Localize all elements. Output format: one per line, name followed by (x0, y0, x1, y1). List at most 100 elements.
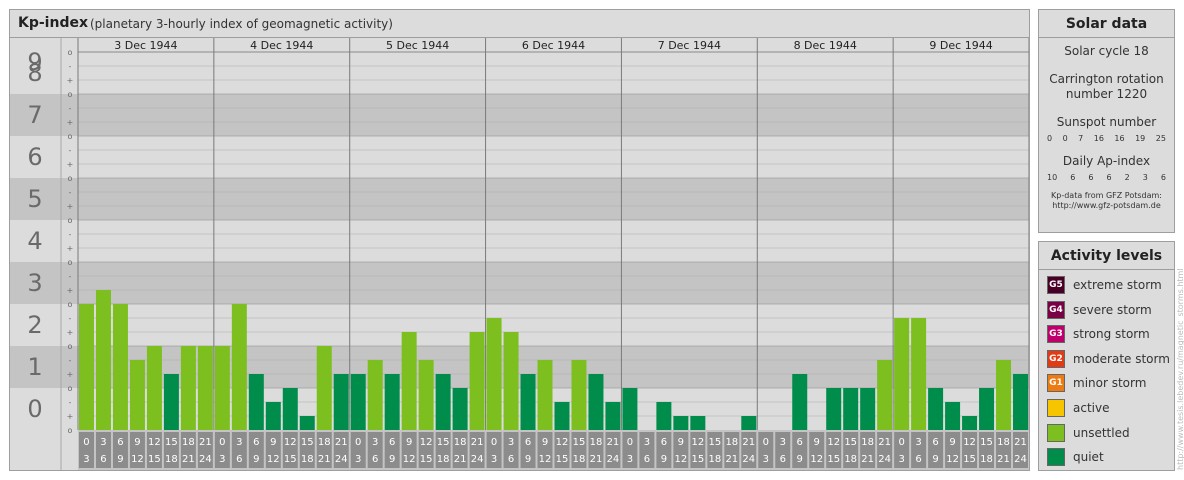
hour-end-label: 21 (590, 454, 603, 465)
kp-bar (384, 374, 400, 430)
sunspot-value: 0 (1047, 134, 1053, 143)
y-minor-tick-label: - (69, 188, 72, 197)
date-label: 7 Dec 1944 (658, 39, 721, 52)
kp-bar (622, 388, 638, 430)
hour-end-label: 12 (539, 454, 552, 465)
hour-start-label: 6 (117, 437, 123, 448)
kp-bar (894, 317, 910, 430)
hour-end-label: 9 (117, 454, 123, 465)
kp-bar (503, 332, 519, 430)
activity-level-item: unsettled (1047, 423, 1130, 443)
hour-end-label: 3 (627, 454, 633, 465)
kp-bar (911, 317, 927, 430)
hour-start-label: 12 (556, 437, 569, 448)
kp-bar (690, 416, 706, 430)
hour-start-label: 9 (678, 437, 684, 448)
kp-bar (350, 374, 366, 430)
y-minor-tick-label: + (67, 286, 74, 295)
kp-bar (197, 346, 213, 430)
kp-bar (214, 346, 230, 430)
sunspot-values: 0 0 7 16 16 19 25 (1039, 134, 1174, 143)
activity-level-item: G2 moderate storm (1047, 349, 1170, 369)
activity-level-swatch (1047, 448, 1065, 467)
activity-level-label: minor storm (1073, 376, 1147, 391)
hour-start-label: 18 (861, 437, 874, 448)
activity-level-label: strong storm (1073, 327, 1150, 342)
kp-bar (605, 401, 621, 430)
activity-level-item: G1 minor storm (1047, 373, 1146, 393)
hour-start-label: 9 (406, 437, 412, 448)
y-minor-tick-label: + (67, 202, 74, 211)
hour-start-label: 6 (525, 437, 531, 448)
hour-start-label: 6 (797, 437, 803, 448)
kp-bar (95, 290, 111, 430)
kp-bar (792, 374, 808, 430)
hour-end-label: 9 (797, 454, 803, 465)
hour-end-label: 3 (898, 454, 904, 465)
hour-end-label: 15 (556, 454, 569, 465)
kp-bar (843, 388, 859, 430)
kp-band (10, 136, 1029, 178)
hour-end-label: 24 (742, 454, 755, 465)
kp-bar (163, 374, 179, 430)
kp-bar (571, 359, 587, 430)
hour-end-label: 9 (389, 454, 395, 465)
hour-end-label: 21 (454, 454, 467, 465)
ap-value: 2 (1124, 173, 1130, 182)
sunspot-value: 19 (1135, 134, 1146, 143)
hour-start-label: 18 (454, 437, 467, 448)
hour-end-label: 21 (318, 454, 331, 465)
hour-start-label: 3 (100, 437, 106, 448)
y-minor-tick-label: - (69, 398, 72, 407)
activity-level-swatch: G5 (1047, 276, 1065, 294)
hour-start-label: 21 (199, 437, 212, 448)
date-label: 8 Dec 1944 (794, 39, 857, 52)
hour-start-label: 6 (661, 437, 667, 448)
kp-bar (180, 346, 196, 430)
kp-bar (945, 401, 961, 430)
activity-level-item: G4 severe storm (1047, 300, 1152, 320)
carrington-line2: number 1220 (1065, 87, 1148, 101)
y-minor-tick-label: o (68, 90, 73, 99)
kp-index-panel: Kp-index (planetary 3-hourly index of ge… (9, 9, 1030, 471)
hour-start-label: 9 (949, 437, 955, 448)
hour-end-label: 18 (708, 454, 721, 465)
kp-bar (996, 359, 1012, 430)
hour-end-label: 3 (491, 454, 497, 465)
kp-bar (741, 416, 757, 430)
hour-start-label: 0 (219, 437, 225, 448)
hour-end-label: 15 (284, 454, 297, 465)
activity-level-label: unsettled (1073, 425, 1130, 440)
hour-start-label: 12 (148, 437, 161, 448)
kp-band (10, 52, 1029, 94)
kp-bar (265, 401, 281, 430)
kp-bar (877, 359, 893, 430)
kp-bar (248, 374, 264, 430)
activity-levels-title: Activity levels (1039, 242, 1174, 270)
hour-start-label: 0 (627, 437, 633, 448)
solar-data-panel: Solar data Solar cycle 18 Carrington rot… (1038, 9, 1175, 233)
hour-end-label: 15 (148, 454, 161, 465)
hour-end-label: 24 (1014, 454, 1027, 465)
ap-value: 10 (1047, 173, 1058, 182)
y-minor-tick-label: o (68, 342, 73, 351)
credit-line2: http://www.gfz-potsdam.de (1052, 201, 1161, 210)
hour-start-label: 6 (932, 437, 938, 448)
hour-end-label: 15 (691, 454, 704, 465)
date-label: 6 Dec 1944 (522, 39, 585, 52)
hour-end-label: 6 (915, 454, 921, 465)
activity-level-item: G3 strong storm (1047, 324, 1150, 344)
hour-start-label: 15 (573, 437, 586, 448)
sunspot-value: 0 (1062, 134, 1068, 143)
y-minor-tick-label: o (68, 216, 73, 225)
hour-end-label: 9 (932, 454, 938, 465)
y-major-tick-label: 9 (27, 48, 42, 76)
carrington-line1: Carrington rotation (1049, 72, 1164, 86)
kp-bar (129, 359, 145, 430)
hour-start-label: 21 (878, 437, 891, 448)
activity-level-label: severe storm (1073, 302, 1152, 317)
kp-bar (486, 317, 502, 430)
hour-start-label: 12 (963, 437, 976, 448)
ap-title: Daily Ap-index (1062, 154, 1151, 168)
hour-start-label: 12 (691, 437, 704, 448)
